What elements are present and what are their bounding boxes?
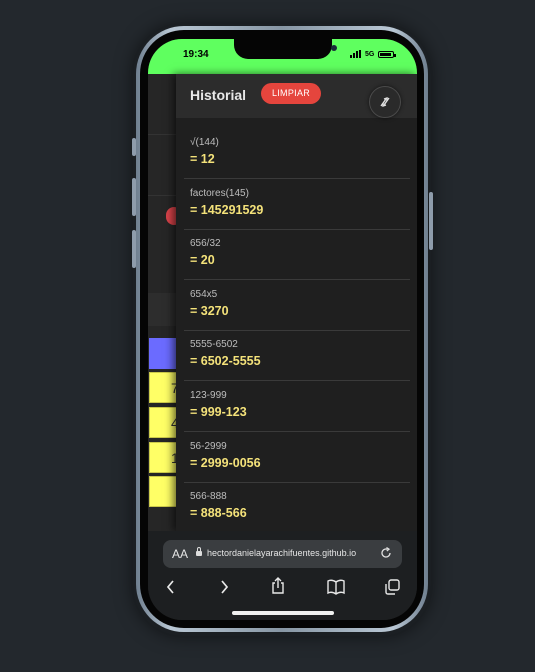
keypad-key-1[interactable]: 1 — [149, 442, 177, 473]
status-time: 19:34 — [183, 49, 209, 60]
text-size-button[interactable]: AA — [172, 547, 188, 561]
history-entry[interactable]: 56-2999 = 2999-0056 — [184, 432, 410, 483]
history-result: = 3270 — [190, 303, 229, 318]
history-entry[interactable]: 123-999 = 999-123 — [184, 381, 410, 432]
calculator-mode-bar — [148, 293, 178, 326]
battery-icon — [378, 50, 397, 58]
history-result: = 2999-0056 — [190, 455, 261, 470]
url-text: hectordanielayarachifuentes.github.io — [207, 548, 357, 558]
mute-switch — [132, 138, 136, 156]
power-button — [429, 192, 433, 250]
history-expression: √(144) — [190, 137, 219, 148]
history-expression: 654x5 — [190, 288, 218, 300]
history-result: = 6502-5555 — [190, 354, 261, 369]
signal-icon — [350, 50, 361, 58]
history-entry[interactable]: √(144) = 12 — [184, 128, 410, 179]
history-result: = 888-566 — [190, 506, 247, 521]
operator-key[interactable] — [149, 338, 177, 369]
history-entry[interactable]: 654x5 = 3270 — [184, 280, 410, 331]
clear-history-button[interactable]: LIMPIAR — [261, 83, 321, 104]
history-expression: 5555-6502 — [190, 339, 238, 351]
calculator-display-secondary — [148, 135, 178, 196]
history-entry[interactable]: 656/32 = 20 — [184, 229, 410, 281]
history-result: = 999-123 — [190, 405, 247, 419]
back-icon[interactable] — [165, 579, 177, 600]
calculator-background: 7 4 1 — [148, 74, 182, 531]
volume-up-button — [132, 178, 136, 216]
network-type: 5G — [365, 50, 375, 58]
tabs-icon[interactable] — [384, 579, 401, 600]
phone-screen: 19:34 5G 7 4 1 Historial LIMPIAR — [148, 39, 417, 620]
history-panel: Historial LIMPIAR √(144) = 12 factores(145… — [176, 74, 417, 534]
history-expression: 56-2999 — [190, 440, 227, 452]
address-bar[interactable]: AA hectordanielayarachifuentes.github.io — [163, 540, 402, 568]
history-expression: 566-888 — [190, 491, 227, 503]
status-bar: 19:34 5G — [148, 39, 417, 74]
history-result: = 12 — [190, 152, 215, 166]
history-title: Historial — [190, 87, 247, 103]
home-indicator — [232, 611, 334, 615]
history-entry[interactable]: 5555-6502 = 6502-5555 — [184, 330, 410, 382]
keypad-key-4[interactable]: 4 — [149, 407, 177, 438]
share-icon[interactable] — [270, 577, 286, 600]
history-expression: factores(145) — [190, 187, 249, 199]
status-indicators: 5G — [350, 49, 397, 59]
history-result: = 20 — [190, 253, 215, 268]
history-entry[interactable]: 566-888 = 888-566 — [184, 482, 410, 534]
history-expression: 123-999 — [190, 390, 227, 401]
history-expression: 656/32 — [190, 238, 221, 250]
history-result: = 145291529 — [190, 202, 264, 217]
keypad-key-bottom[interactable] — [149, 476, 177, 507]
camera-icon — [331, 45, 337, 51]
bookmarks-icon[interactable] — [327, 579, 345, 600]
volume-down-button — [132, 230, 136, 268]
lock-icon — [196, 547, 202, 556]
dynamic-island — [234, 39, 337, 59]
keypad-key-7[interactable]: 7 — [149, 372, 177, 403]
forward-icon[interactable] — [218, 579, 230, 600]
swap-arrows-icon[interactable] — [369, 86, 401, 118]
calculator-display — [148, 74, 178, 135]
browser-bar: AA hectordanielayarachifuentes.github.io — [148, 531, 417, 620]
reload-icon[interactable] — [379, 546, 393, 565]
history-entry[interactable]: factores(145) = 145291529 — [184, 179, 410, 230]
